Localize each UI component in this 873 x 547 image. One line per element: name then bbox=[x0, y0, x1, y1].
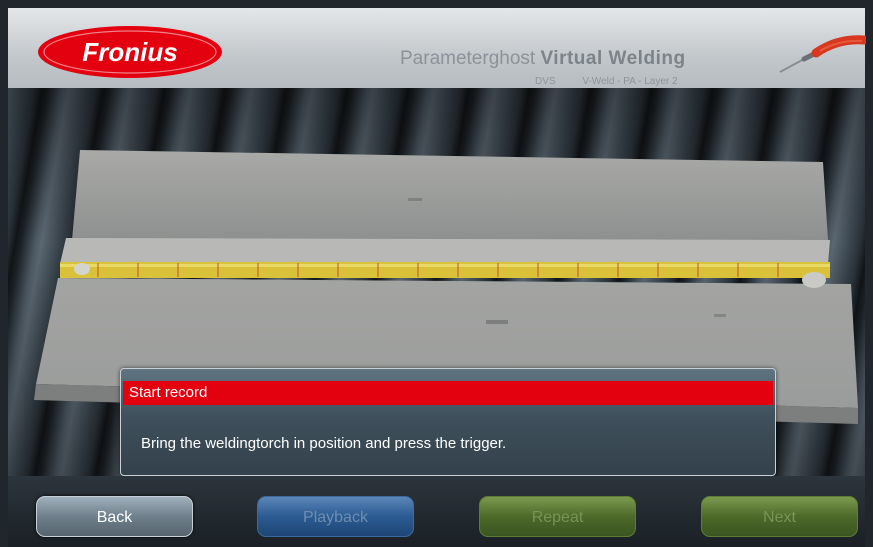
dialog-title: Start record bbox=[123, 381, 773, 405]
dialog-message: Bring the weldingtorch in position and p… bbox=[141, 435, 507, 452]
app-header: Fronius Parameterghost Virtual Welding D… bbox=[8, 8, 866, 88]
repeat-button[interactable]: Repeat bbox=[479, 496, 636, 537]
subtitle-weld-info: V-Weld - PA - Layer 2 bbox=[582, 76, 678, 87]
back-button[interactable]: Back bbox=[36, 496, 193, 537]
next-button[interactable]: Next bbox=[701, 496, 858, 537]
button-bar: Back Playback Repeat Next bbox=[8, 476, 865, 547]
title-bold: Virtual Welding bbox=[540, 48, 686, 69]
app-title: Parameterghost Virtual Welding bbox=[400, 48, 686, 70]
fronius-logo: Fronius bbox=[38, 26, 222, 78]
start-record-dialog: Start record Bring the weldingtorch in p… bbox=[120, 368, 776, 476]
playback-button[interactable]: Playback bbox=[257, 496, 414, 537]
app-subtitle: DVS V-Weld - PA - Layer 2 bbox=[535, 76, 702, 87]
title-light: Parameterghost bbox=[400, 48, 536, 69]
subtitle-standard: DVS bbox=[535, 76, 556, 87]
welding-torch-icon bbox=[779, 35, 866, 73]
brand-name: Fronius bbox=[82, 37, 177, 67]
